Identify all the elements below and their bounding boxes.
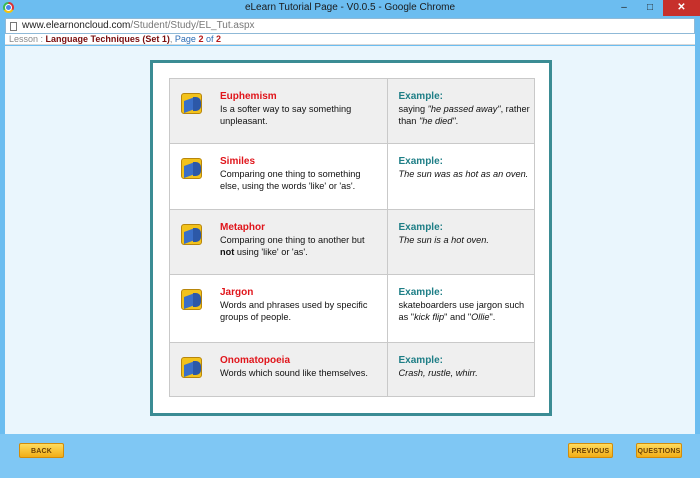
table-row: Similes Comparing one thing to something… [169,143,536,210]
megaphone-icon[interactable] [181,289,202,310]
page-word: Page [174,34,199,44]
term-title: Similes [220,156,256,167]
table-row: Jargon Words and phrases used by specifi… [169,274,536,343]
term-cell: Similes Comparing one thing to something… [169,143,388,210]
term-cell: Onomatopoeia Words which sound like them… [169,342,388,397]
megaphone-icon[interactable] [181,224,202,245]
term-title: Jargon [220,287,254,298]
browser-window: eLearn Tutorial Page - V0.0.5 - Google C… [0,0,700,478]
example-text: The sun is a hot oven. [398,235,489,245]
lesson-bar: Lesson : Language Techniques (Set 1), Pa… [5,34,695,45]
maximize-button[interactable]: □ [637,0,663,16]
lesson-name: Language Techniques (Set 1) [45,34,170,44]
example-cell: Example: The sun was as hot as an oven. [386,143,536,210]
term-definition: Words which sound like themselves. [220,368,368,378]
previous-button[interactable]: PREVIOUS [568,443,613,458]
example-text-italic: "he died" [418,116,456,126]
of-word: of [203,34,216,44]
example-text-part: saying [398,104,428,114]
example-cell: Example: The sun is a hot oven. [386,209,536,275]
window-title: eLearn Tutorial Page - V0.0.5 - Google C… [244,2,456,13]
address-bar[interactable]: www.elearnoncloud.com/Student/Study/EL_T… [5,18,695,34]
definition-part: Comparing one thing to another but [220,235,365,245]
definitions-table: Euphemism Is a softer way to say somethi… [169,78,536,397]
megaphone-icon[interactable] [181,357,202,378]
term-cell: Euphemism Is a softer way to say somethi… [169,78,388,144]
back-button[interactable]: BACK [19,443,64,458]
example-text-part: ". [489,312,496,322]
term-definition: Words and phrases used by specific group… [220,300,368,322]
minimize-button[interactable]: – [611,0,637,16]
term-title: Euphemism [220,91,277,102]
term-title: Onomatopoeia [220,355,291,366]
term-definition: Is a softer way to say something unpleas… [220,104,352,126]
example-label: Example: [398,156,443,167]
url-text[interactable]: www.elearnoncloud.com/Student/Study/EL_T… [22,20,255,31]
term-definition: Comparing one thing to another but not u… [220,234,380,258]
lesson-frame: Euphemism Is a softer way to say somethi… [150,60,552,416]
example-text-italic: kick flip [414,312,445,322]
close-button[interactable]: ✕ [663,0,700,16]
megaphone-icon[interactable] [181,158,202,179]
questions-button[interactable]: QUESTIONS [636,443,682,458]
example-text: skateboarders use jargon such as "kick f… [399,299,534,323]
example-label: Example: [398,91,443,102]
term-cell: Metaphor Comparing one thing to another … [169,209,388,275]
example-text-part: " and " [444,312,472,322]
url-host: www.elearnoncloud.com [22,20,131,31]
example-cell: Example: skateboarders use jargon such a… [386,274,536,343]
content-area: Euphemism Is a softer way to say somethi… [5,46,695,434]
example-cell: Example: Crash, rustle, whirr. [386,342,536,397]
example-label: Example: [398,355,443,366]
page-icon [10,22,17,31]
example-text: Crash, rustle, whirr. [398,368,478,378]
term-cell: Jargon Words and phrases used by specifi… [169,274,388,343]
url-path: /Student/Study/EL_Tut.aspx [130,20,255,31]
megaphone-icon[interactable] [181,93,202,114]
page-total: 2 [215,34,221,44]
term-definition: Comparing one thing to something else, u… [220,169,361,191]
example-text-italic: "he passed away" [427,104,501,114]
lesson-label: Lesson : [9,34,46,44]
example-cell: Example: saying "he passed away", rather… [386,78,536,144]
term-title: Metaphor [220,222,265,233]
example-label: Example: [398,287,443,298]
definition-bold: not [220,247,235,257]
navigation-bar: BACK PREVIOUS QUESTIONS [0,434,700,478]
example-text-italic: Ollie [471,312,490,322]
definition-part: using 'like' or 'as'. [234,247,308,257]
title-bar: eLearn Tutorial Page - V0.0.5 - Google C… [0,0,700,17]
table-row: Onomatopoeia Words which sound like them… [169,342,536,397]
example-text-part: . [455,116,459,126]
example-label: Example: [398,222,443,233]
table-row: Euphemism Is a softer way to say somethi… [169,78,536,144]
example-text: saying "he passed away", rather than "he… [399,103,534,127]
example-text: The sun was as hot as an oven. [398,169,529,179]
table-row: Metaphor Comparing one thing to another … [169,209,536,275]
